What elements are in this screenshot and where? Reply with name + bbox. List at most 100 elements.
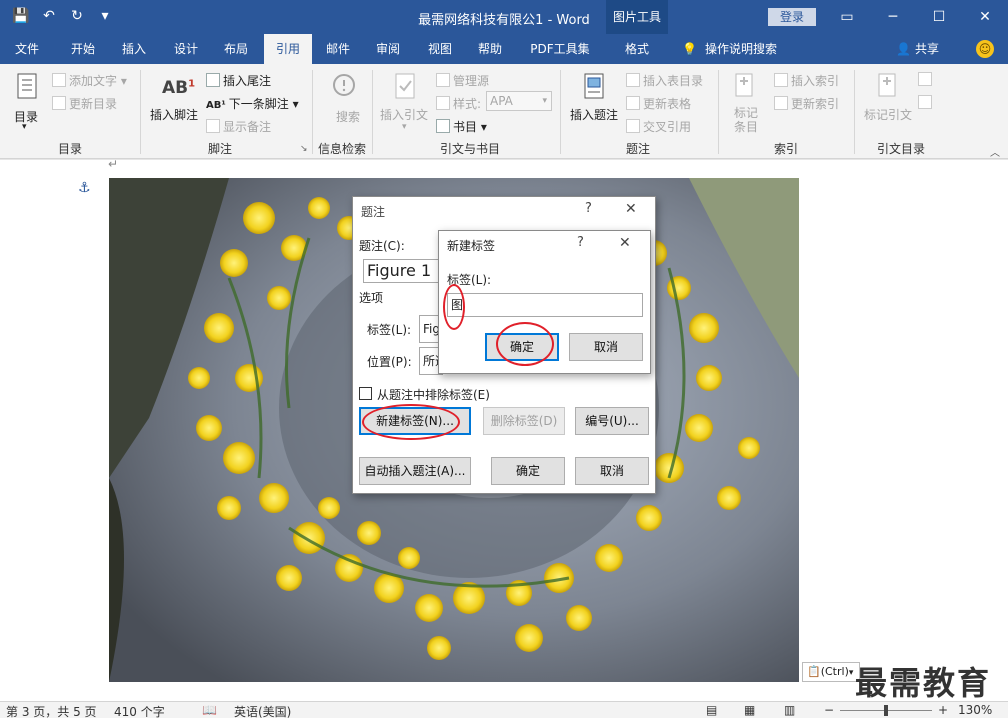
- tab-help[interactable]: 帮助: [468, 34, 512, 64]
- zoom-level[interactable]: 130%: [958, 703, 992, 717]
- delete-label-button[interactable]: 删除标签(D): [483, 407, 565, 435]
- close-icon[interactable]: ✕: [625, 201, 637, 217]
- new-label-ok-button[interactable]: 确定: [485, 333, 559, 361]
- insert-index-icon: [774, 73, 788, 87]
- citation-style-select[interactable]: APA ▾: [486, 91, 552, 111]
- insert-caption-button[interactable]: 插入题注: [568, 70, 622, 134]
- group-separator: [312, 70, 313, 154]
- group-label-research: 信息检索: [317, 142, 366, 156]
- show-notes-icon: [206, 119, 220, 133]
- web-layout-icon[interactable]: ▥: [784, 703, 795, 717]
- new-label-button[interactable]: 新建标签(N)...: [359, 407, 471, 435]
- cross-reference-button[interactable]: 交叉引用: [626, 118, 691, 135]
- clipboard-icon: 📋: [807, 665, 821, 678]
- redo-icon[interactable]: ↻: [68, 6, 86, 26]
- mark-citation-button: 标记引文: [862, 70, 914, 134]
- mark-entry-icon: [735, 73, 753, 97]
- save-icon[interactable]: 💾: [12, 6, 30, 26]
- insert-toa-icon[interactable]: [918, 72, 935, 87]
- toc-button[interactable]: 目录 ▾: [12, 70, 42, 134]
- collapse-ribbon-icon[interactable]: ︿: [990, 144, 1000, 159]
- caption-cancel-button[interactable]: 取消: [575, 457, 649, 485]
- picture-tools-context-title: 图片工具: [606, 0, 668, 34]
- insert-caption-icon: [584, 73, 604, 99]
- update-toa-icon[interactable]: [918, 95, 935, 110]
- update-toc-button[interactable]: 更新目录: [52, 95, 117, 112]
- tab-view[interactable]: 视图: [418, 34, 462, 64]
- style-label: 样式:: [436, 95, 481, 112]
- zoom-in-icon[interactable]: +: [938, 703, 948, 717]
- insert-endnote-button[interactable]: 插入尾注: [206, 72, 271, 89]
- share-button[interactable]: 👤 共享: [896, 34, 939, 64]
- help-icon[interactable]: ?: [585, 201, 592, 216]
- tab-mailings[interactable]: 邮件: [316, 34, 360, 64]
- next-footnote-icon: AB¹: [206, 100, 226, 111]
- mark-entry-button: 标记条目: [728, 70, 764, 134]
- autocaption-button[interactable]: 自动插入题注(A)...: [359, 457, 471, 485]
- update-index-icon: [774, 96, 788, 110]
- tab-home[interactable]: 开始: [60, 34, 106, 64]
- feedback-smiley-icon[interactable]: ☺: [976, 40, 994, 58]
- tab-design[interactable]: 设计: [164, 34, 208, 64]
- print-layout-icon[interactable]: ▦: [744, 703, 755, 717]
- word-count[interactable]: 410 个字: [114, 703, 165, 718]
- quick-access-toolbar: 💾 ↶ ↻ ▾: [12, 6, 114, 26]
- add-text-icon: [52, 73, 66, 87]
- update-index-button[interactable]: 更新索引: [774, 95, 839, 112]
- style-icon: [436, 96, 450, 110]
- close-window-icon[interactable]: ✕: [970, 6, 1000, 28]
- position-field-label: 位置(P):: [367, 355, 412, 369]
- add-text-button[interactable]: 添加文字 ▾: [52, 72, 127, 89]
- insert-index-button[interactable]: 插入索引: [774, 72, 839, 89]
- close-icon[interactable]: ✕: [619, 235, 631, 251]
- status-bar: 第 3 页，共 5 页 410 个字 📖 英语(美国) ▤ ▦ ▥ − + 13…: [0, 701, 1008, 718]
- tab-review[interactable]: 审阅: [366, 34, 410, 64]
- new-label-cancel-button[interactable]: 取消: [569, 333, 643, 361]
- tab-format[interactable]: 格式: [610, 34, 664, 64]
- label-field-label: 标签(L):: [367, 323, 412, 337]
- update-table-button[interactable]: 更新表格: [626, 95, 691, 112]
- group-label-index: 索引: [773, 142, 798, 156]
- tab-file[interactable]: 文件: [6, 34, 48, 64]
- language[interactable]: 英语(美国): [234, 703, 291, 718]
- customize-qat-icon[interactable]: ▾: [96, 6, 114, 26]
- insert-table-of-figures-button[interactable]: 插入表目录: [626, 72, 703, 89]
- caption-ok-button[interactable]: 确定: [491, 457, 565, 485]
- tab-pdf-tools[interactable]: PDF工具集: [522, 34, 598, 64]
- insert-footnote-button[interactable]: AB1 插入脚注: [150, 70, 202, 130]
- dialog-launcher-icon[interactable]: ↘: [300, 144, 308, 154]
- insert-citation-button: 插入引文 ▾: [380, 70, 432, 134]
- exclude-label-checkbox[interactable]: [359, 387, 372, 400]
- proofing-icon[interactable]: 📖: [202, 703, 217, 717]
- tab-layout[interactable]: 布局: [214, 34, 258, 64]
- login-button[interactable]: 登录: [768, 8, 816, 26]
- group-separator: [140, 70, 141, 154]
- help-icon[interactable]: ?: [577, 235, 584, 250]
- group-label-citations: 引文与书目: [439, 142, 500, 156]
- zoom-out-icon[interactable]: −: [824, 703, 834, 717]
- paste-options-button[interactable]: 📋(Ctrl)▾: [802, 662, 860, 682]
- zoom-slider-thumb[interactable]: [884, 705, 888, 716]
- show-notes-button[interactable]: 显示备注: [206, 118, 271, 135]
- insert-citation-icon: [395, 73, 415, 99]
- new-label-input[interactable]: 图: [447, 293, 643, 317]
- maximize-icon[interactable]: ☐: [924, 6, 954, 28]
- tab-insert[interactable]: 插入: [112, 34, 156, 64]
- caption-input[interactable]: Figure 1: [363, 259, 443, 283]
- chevron-down-icon: ▾: [542, 96, 547, 106]
- numbering-button[interactable]: 编号(U)...: [575, 407, 649, 435]
- ribbon-display-options-icon[interactable]: ▭: [832, 6, 862, 28]
- tell-me-search[interactable]: 💡 操作说明搜索: [682, 34, 777, 64]
- read-mode-icon[interactable]: ▤: [706, 703, 717, 717]
- chevron-down-icon: ▾: [22, 122, 27, 132]
- mark-citation-icon: [878, 73, 896, 97]
- tab-references[interactable]: 引用: [264, 34, 312, 64]
- exclude-label-text: 从题注中排除标签(E): [377, 388, 490, 402]
- undo-icon[interactable]: ↶: [40, 6, 58, 26]
- manage-sources-button[interactable]: 管理源: [436, 72, 489, 89]
- page-count[interactable]: 第 3 页，共 5 页: [6, 703, 97, 718]
- next-footnote-button[interactable]: AB¹ 下一条脚注 ▾: [206, 95, 299, 112]
- minimize-icon[interactable]: ─: [878, 6, 908, 28]
- cross-reference-icon: [626, 119, 640, 133]
- bibliography-button[interactable]: 书目 ▾: [436, 118, 487, 135]
